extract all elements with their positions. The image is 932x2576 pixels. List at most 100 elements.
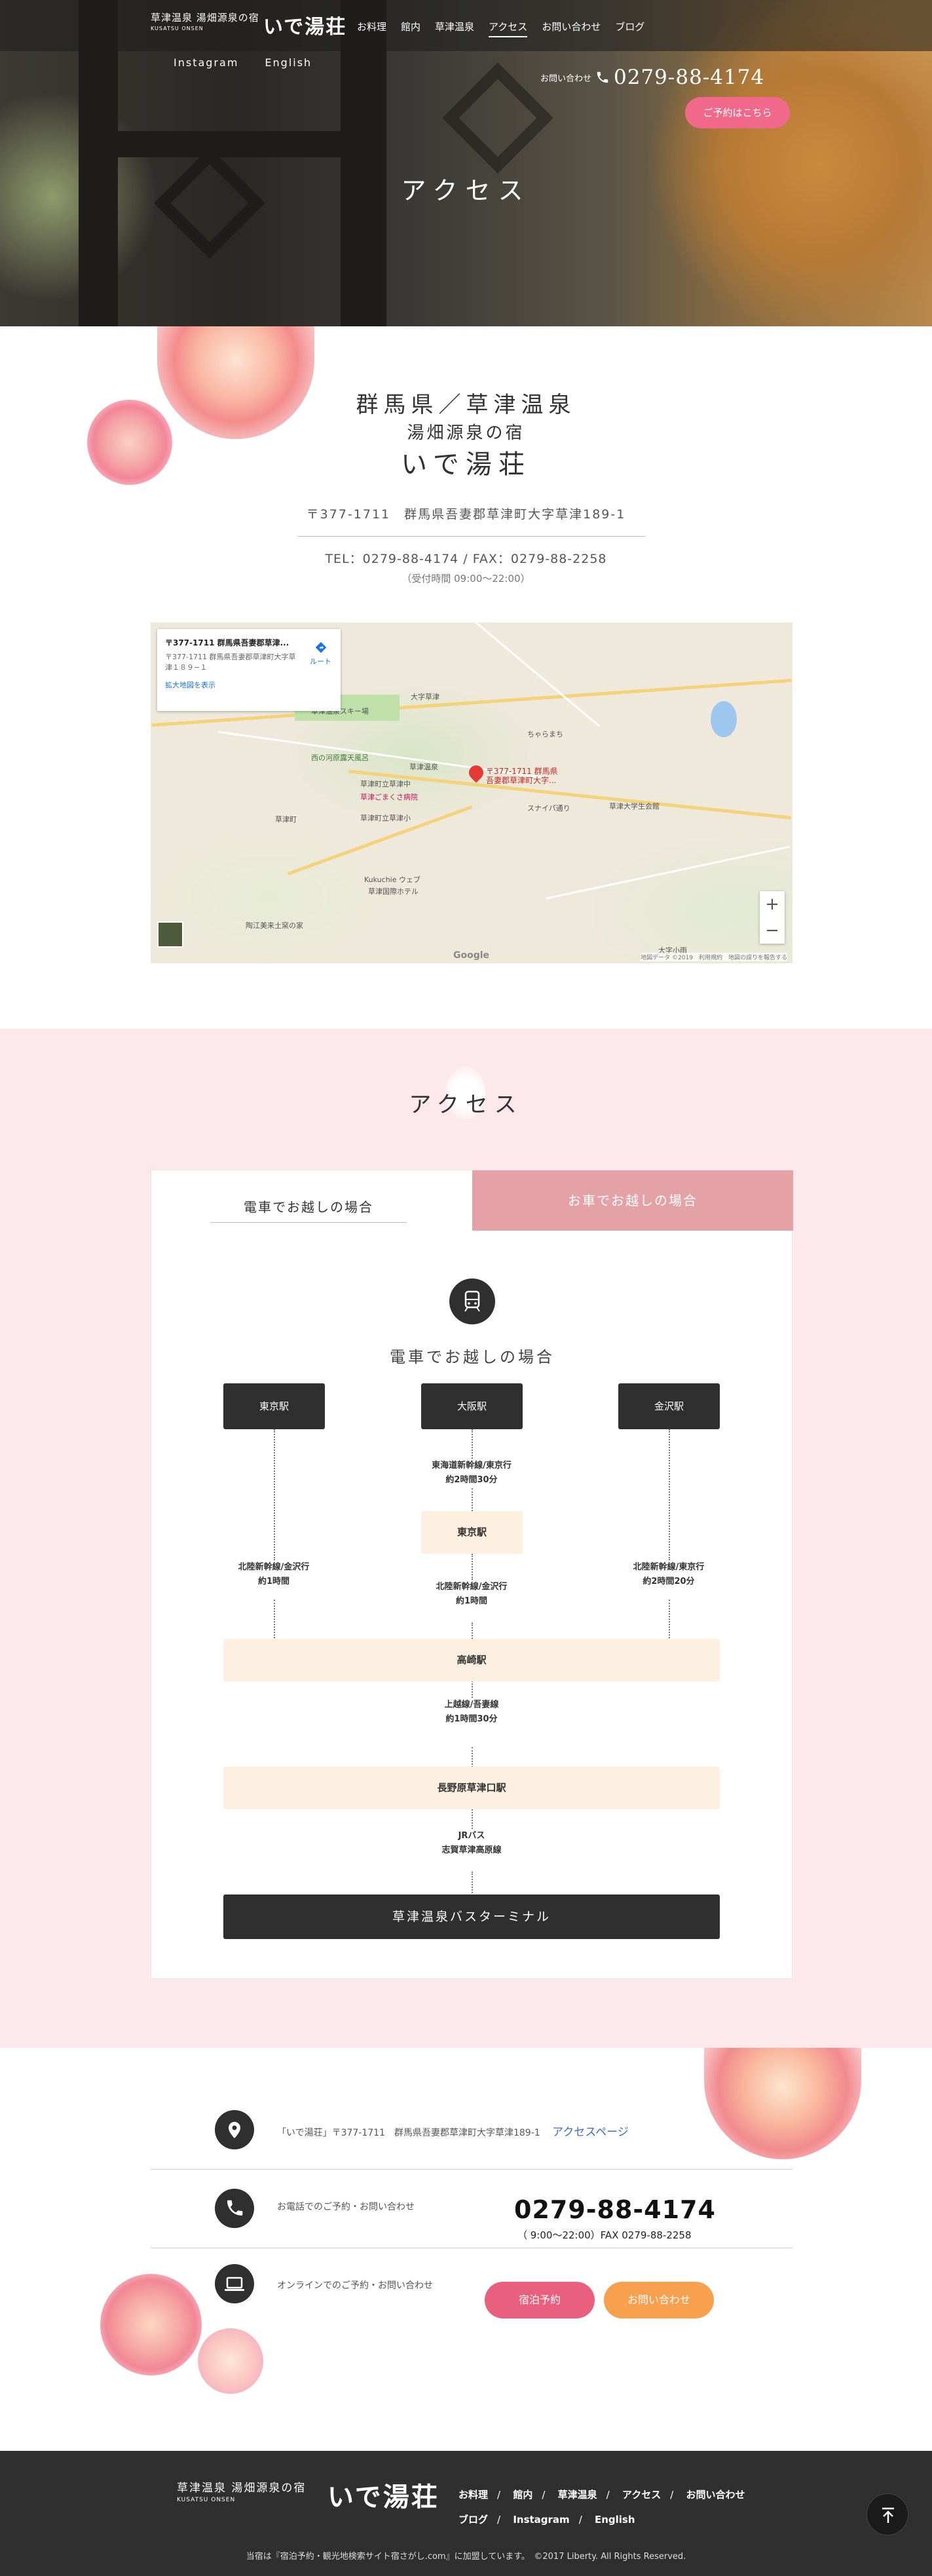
route-note-osaka: 東海道新幹線/東京行 約2時間30分: [406, 1459, 537, 1488]
map-road: [546, 845, 791, 900]
logo-romaji: KUSATSU ONSEN: [151, 26, 204, 31]
tab-train[interactable]: 電車でお越しの場合: [151, 1170, 472, 1231]
route-line: [472, 1872, 473, 1898]
laptop-icon: [215, 2264, 254, 2303]
logo-tagline: 草津温泉 湯畑源泉の宿: [151, 12, 259, 24]
inquiry-button[interactable]: お問い合わせ: [604, 2282, 714, 2318]
contact-phone-number[interactable]: 0279-88-4174: [514, 2195, 716, 2224]
nav-facilities[interactable]: 館内: [401, 20, 420, 37]
satellite-toggle[interactable]: [157, 921, 183, 948]
footer-nav-access[interactable]: アクセス: [622, 2489, 661, 2501]
map-pin-label: 〒377-1711 群馬県吾妻郡草津町大字...: [486, 767, 558, 785]
footer-nav-kusatsu-onsen[interactable]: 草津温泉: [558, 2489, 597, 2501]
info-section: 群馬県／草津温泉 湯畑源泉の宿 いで湯荘 〒377-1711 群馬県吾妻郡草津町…: [0, 326, 932, 623]
arrow-up-icon: [882, 2507, 894, 2523]
nav-access[interactable]: アクセス: [489, 20, 528, 37]
footer: 草津温泉 湯畑源泉の宿 KUSATSU ONSEN いで湯荘 お料理 / 館内 / …: [0, 2451, 932, 2576]
google-map[interactable]: 草津温泉スキー場 西の河原露天風呂 草津町立草津中 草津ごまくさ病院 草津町立草…: [151, 623, 792, 963]
station-bus-terminal: 草津温泉バスターミナル: [223, 1894, 720, 1939]
route-line: [669, 1429, 670, 1560]
book-stay-button[interactable]: 宿泊予約: [485, 2282, 595, 2318]
tab-car[interactable]: お車でお越しの場合: [472, 1170, 793, 1231]
decorative-flower: [704, 2048, 861, 2159]
tel-fax-text: TEL：0279-88-4174 / FAX：0279-88-2258: [325, 552, 607, 566]
nav-kusatsu-onsen[interactable]: 草津温泉: [435, 20, 474, 37]
route-note-time: 約1時間: [455, 1596, 488, 1606]
route-note-tokyo: 北陸新幹線/金沢行 約1時間: [208, 1560, 339, 1589]
phone-label: お問い合わせ: [540, 73, 592, 84]
footer-logo[interactable]: 草津温泉 湯畑源泉の宿 KUSATSU ONSEN いで湯荘: [177, 2478, 438, 2512]
header-phone[interactable]: お問い合わせ 0279-88-4174: [540, 66, 764, 89]
nav-instagram[interactable]: Instagram: [174, 56, 238, 69]
phone-icon: [215, 2189, 254, 2228]
phone-contact-label: お電話でのご予約・お問い合わせ: [277, 2202, 415, 2212]
route-line: [472, 1554, 473, 1580]
footer-nav-facilities[interactable]: 館内: [513, 2489, 532, 2501]
prefecture-heading: 群馬県／草津温泉: [356, 392, 576, 418]
access-card: 電車でお越しの場合 お車でお越しの場合 電車でお越しの場合 東京駅 大阪駅 金沢…: [151, 1170, 793, 1979]
access-page-link[interactable]: アクセスページ: [552, 2126, 629, 2139]
ryokan-name: いで湯荘: [401, 450, 531, 480]
map-road: [448, 623, 600, 727]
reserve-button[interactable]: ご予約はこちら: [685, 97, 790, 128]
map-label: 大字草津: [411, 693, 439, 701]
zoom-out-button[interactable]: −: [760, 917, 785, 944]
nav-contact[interactable]: お問い合わせ: [542, 20, 601, 37]
map-credit[interactable]: 地図データ ©2019 利用規約 地図の誤りを報告する: [641, 953, 787, 961]
footer-nav: お料理 / 館内 / 草津温泉 / アクセス / お問い合わせ ブログ / Instagr…: [458, 2489, 745, 2526]
footer-nav-cuisine[interactable]: お料理: [458, 2489, 488, 2501]
footer-nav-blog[interactable]: ブログ: [458, 2514, 488, 2526]
route-line: [274, 1429, 275, 1560]
map-lake: [711, 701, 737, 737]
route-note-time: 志賀草津高原線: [441, 1845, 502, 1855]
footer-logo-romaji: KUSATSU ONSEN: [177, 2497, 236, 2503]
contact-section: 「いで湯荘」〒377-1711 群馬県吾妻郡草津町大字草津189-1 アクセスペ…: [0, 2048, 932, 2451]
map-info-card: 〒377-1711 群馬県吾妻郡草津... 〒377-1711 群馬県吾妻郡草津…: [157, 629, 341, 711]
footer-nav-contact[interactable]: お問い合わせ: [686, 2489, 745, 2501]
station-tokyo-transfer: 東京駅: [421, 1511, 523, 1554]
phone-number: 0279-88-4174: [614, 66, 765, 89]
sub-nav: Instagram English: [174, 56, 312, 69]
map-label: 草津町立草津小: [360, 814, 411, 822]
back-to-top-button[interactable]: [867, 2493, 908, 2535]
footer-nav-english[interactable]: English: [595, 2514, 635, 2526]
footer-logo-name: いで湯荘: [327, 2482, 439, 2512]
ryokan-subtitle: 湯畑源泉の宿: [407, 423, 525, 443]
logo-name: いで湯荘: [263, 16, 347, 39]
page-title: アクセス: [401, 176, 531, 205]
copyright: 当宿は『宿泊予約・観光地検索サイト宿さがし.com』に加盟しています。 ©201…: [246, 2552, 686, 2562]
station-kanazawa: 金沢駅: [618, 1383, 720, 1429]
route-line: [472, 1488, 473, 1511]
route-note-time: 約1時間30分: [445, 1714, 498, 1724]
map-route-label: ルート: [310, 657, 331, 666]
map-route-button[interactable]: ルート: [310, 641, 331, 666]
map-enlarge-link[interactable]: 拡大地図を表示: [165, 680, 333, 690]
train-route-heading: 電車でお越しの場合: [390, 1348, 555, 1366]
map-label: ちゃらまち: [527, 730, 563, 739]
route-note-line: 東海道新幹線/東京行: [432, 1461, 512, 1471]
footer-nav-instagram[interactable]: Instagram: [513, 2514, 569, 2526]
site-logo[interactable]: 草津温泉 湯畑源泉の宿 KUSATSU ONSEN いで湯荘: [151, 10, 345, 39]
route-note-time: 約2時間20分: [643, 1577, 695, 1586]
map-label: 草津町立草津中: [360, 780, 411, 788]
station-takasaki: 高崎駅: [223, 1639, 720, 1682]
hero-banner: 草津温泉 湯畑源泉の宿 KUSATSU ONSEN いで湯荘 お料理 館内 草津…: [0, 0, 932, 326]
map-label: 西の河原露天風呂: [311, 754, 369, 762]
nav-english[interactable]: English: [265, 56, 312, 69]
map-zoom-control: + −: [760, 891, 785, 944]
address-text: 〒377-1711 群馬県吾妻郡草津町大字草津189-1: [306, 507, 626, 522]
nav-cuisine[interactable]: お料理: [357, 20, 386, 37]
route-note-line: 北陸新幹線/東京行: [633, 1562, 705, 1572]
map-label: 草津大学生会館: [609, 802, 660, 811]
nav-blog[interactable]: ブログ: [615, 20, 644, 37]
decorative-flower: [198, 2328, 263, 2394]
map-card-title: 〒377-1711 群馬県吾妻郡草津...: [165, 638, 289, 647]
station-naganohara: 長野原草津口駅: [223, 1767, 720, 1809]
route-line: [472, 1623, 473, 1639]
top-navigation-bar: 草津温泉 湯畑源泉の宿 KUSATSU ONSEN いで湯荘 お料理 館内 草津…: [0, 0, 932, 51]
route-note-tokyo-transfer: 北陸新幹線/金沢行 約1時間: [406, 1580, 537, 1609]
zoom-in-button[interactable]: +: [760, 891, 785, 917]
access-section: アクセス 電車でお越しの場合 お車でお越しの場合 電車でお越しの場合 東京駅 大…: [0, 1029, 932, 2048]
online-contact-label: オンラインでのご予約・お問い合わせ: [277, 2280, 433, 2291]
map-marker-icon[interactable]: [466, 762, 487, 783]
